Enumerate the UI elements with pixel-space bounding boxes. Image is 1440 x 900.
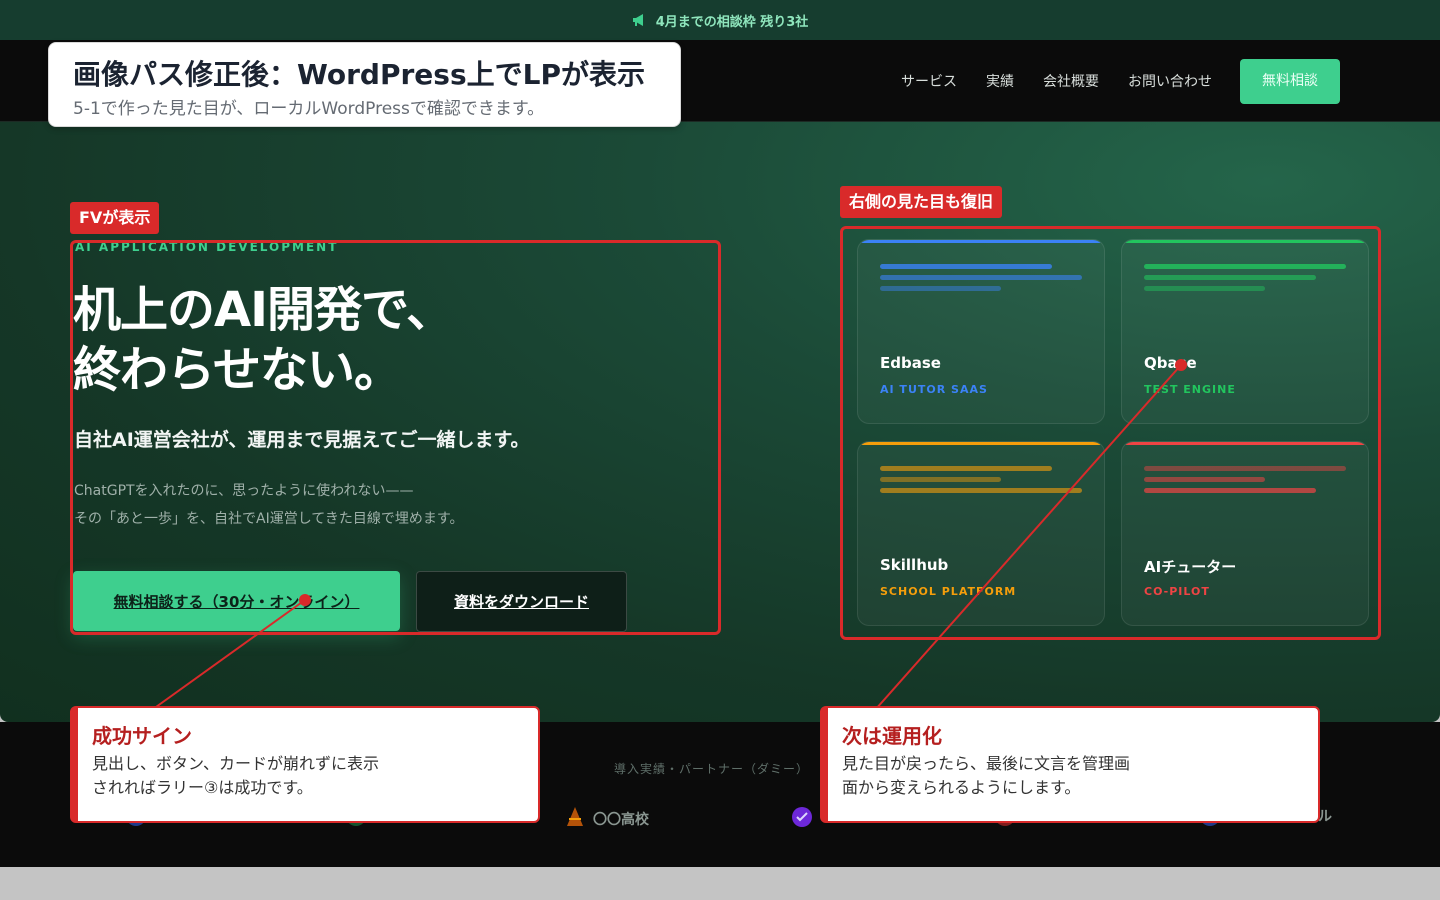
note-success-heading: 成功サイン: [92, 724, 192, 748]
partner-name-fragment: ル: [1318, 809, 1332, 825]
partner-name: 〇〇高校: [593, 812, 649, 828]
note-success: 成功サイン 見出し、ボタン、カードが崩れずに表示 されればラリー③は成功です。: [70, 706, 540, 823]
annotation-title: 画像パス修正後：WordPress上でLPが表示: [73, 58, 645, 91]
fv-tag: FVが表示: [70, 202, 160, 234]
note-next-heading: 次は運用化: [842, 724, 942, 748]
partner-logo-school: 〇〇高校: [565, 806, 649, 832]
right-side-tag: 右側の見た目も復旧: [840, 186, 1003, 218]
announcement-text: 4月までの相談枠 残り3社: [655, 14, 809, 30]
cards-highlight-frame: [840, 226, 1381, 640]
partners-title: 導入実績・パートナー（ダミー）: [614, 762, 810, 776]
note-success-body: 見出し、ボタン、カードが崩れずに表示 されればラリー③は成功です。: [92, 752, 379, 800]
nav-item-contact[interactable]: お問い合わせ: [1128, 71, 1212, 91]
note-next-body: 見た目が戻ったら、最後に文言を管理画 面から変えられるようにします。: [842, 752, 1130, 800]
note-next: 次は運用化 見た目が戻ったら、最後に文言を管理画 面から変えられるようにします。: [820, 706, 1320, 823]
note-success-line1: 見出し、ボタン、カードが崩れずに表示: [92, 754, 380, 773]
annotation-title-box: 画像パス修正後：WordPress上でLPが表示 5-1で作った見た目が、ローカ…: [48, 42, 681, 127]
free-consultation-button[interactable]: 無料相談: [1240, 58, 1340, 104]
nav-item-works[interactable]: 実績: [986, 71, 1014, 91]
megaphone-icon: [632, 13, 648, 27]
note-next-line1: 見た目が戻ったら、最後に文言を管理画: [842, 754, 1131, 773]
note-next-line2: 面から変えられるようにします。: [842, 778, 1081, 797]
note-success-line2: されればラリー③は成功です。: [92, 778, 313, 797]
partner-logo: [791, 806, 813, 832]
annotation-subtitle: 5-1で作った見た目が、ローカルWordPressで確認できます。: [73, 99, 545, 119]
nav-item-company[interactable]: 会社概要: [1043, 71, 1099, 91]
main-nav: サービス 実績 会社概要 お問い合わせ 無料相談: [901, 40, 1340, 122]
fv-highlight-frame: [70, 240, 721, 635]
page: 4月までの相談枠 残り3社 サービス 実績 会社概要 お問い合わせ 無料相談 A…: [0, 0, 1440, 900]
announcement-bar: 4月までの相談枠 残り3社: [0, 0, 1440, 40]
nav-item-services[interactable]: サービス: [901, 71, 957, 91]
check-badge-icon: [791, 806, 813, 832]
cone-icon: [565, 806, 585, 832]
